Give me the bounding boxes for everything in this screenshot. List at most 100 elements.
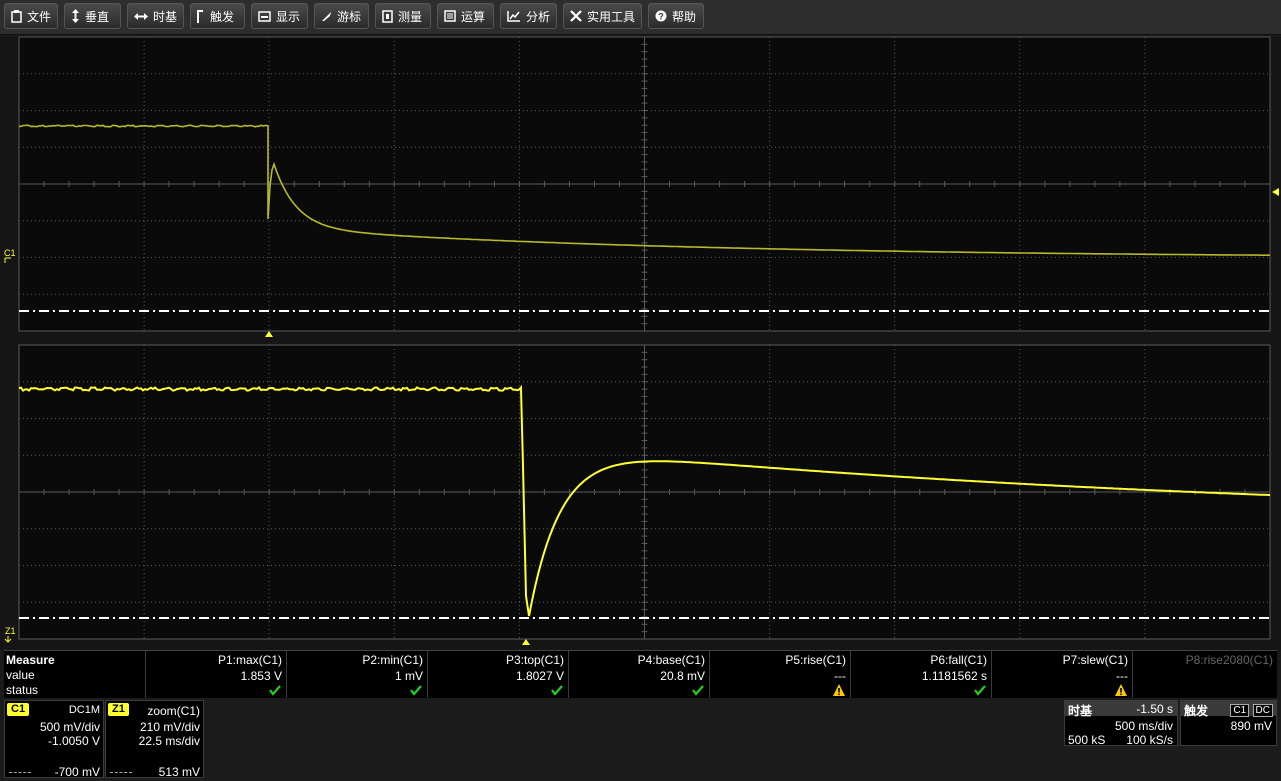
trigger-source-badge: C1 [1230, 704, 1250, 717]
timebase-menu-label: 时基 [153, 9, 178, 24]
trigger-coupling-badge: DC [1252, 704, 1273, 717]
measure-table[interactable]: Measure value status P1:max(C1) 1.853 V … [4, 650, 1277, 699]
measure-p3-name: P3:top(C1) [505, 653, 564, 667]
math-icon [444, 10, 456, 22]
trigger-title: 触发 [1184, 704, 1209, 718]
measure-row-labels: Measure value status [6, 653, 55, 698]
math-menu-label: 运算 [461, 9, 486, 24]
timebase-delay: -1.50 s [1136, 702, 1173, 716]
vertical-arrows-icon [72, 9, 79, 23]
cursors-menu-button[interactable]: 游标 [314, 3, 369, 29]
analysis-menu-button[interactable]: 分析 [500, 3, 557, 29]
measure-p8-cell[interactable]: P8:rise2080(C1) [1132, 651, 1277, 699]
check-icon [692, 685, 704, 696]
display-menu-label: 显示 [276, 9, 301, 24]
utilities-menu-label: 实用工具 [587, 9, 636, 24]
measure-menu-button[interactable]: 测量 [375, 3, 431, 29]
c1-offset: -1.0050 V [47, 734, 100, 748]
tools-icon [570, 10, 582, 22]
vertical-menu-button[interactable]: 垂直 [64, 3, 121, 29]
math-menu-button[interactable]: 运算 [437, 3, 494, 29]
timebase-tdiv: 500 ms/div [1114, 719, 1173, 733]
utilities-menu-button[interactable]: 实用工具 [563, 3, 642, 29]
measure-p6-cell[interactable]: P6:fall(C1) 1.1181562 s [850, 651, 991, 699]
measure-p7-cell[interactable]: P7:slew(C1) --- [991, 651, 1132, 699]
z1-vdiv: 210 mV/div [139, 720, 200, 734]
waveform-display[interactable]: C1 Z1 [0, 36, 1281, 650]
measure-p3-cell[interactable]: P3:top(C1) 1.8027 V [427, 651, 568, 699]
descriptor-bar: C1 DC1M 500 mV/div -1.0050 V -700 mV Z1 … [0, 698, 1281, 781]
measure-p2-cell[interactable]: P2:min(C1) 1 mV [286, 651, 427, 699]
trigger-descriptor[interactable]: 触发 C1 DC 890 mV [1180, 700, 1277, 746]
z1-bottom-value: 513 mV [158, 765, 200, 779]
measure-p8-name: P8:rise2080(C1) [1185, 653, 1273, 667]
timebase-title: 时基 [1068, 704, 1093, 718]
check-icon [410, 685, 422, 696]
measure-p1-cell[interactable]: P1:max(C1) 1.853 V [145, 651, 286, 699]
c1-tag: C1 [7, 703, 30, 716]
c1-channel-descriptor[interactable]: C1 DC1M 500 mV/div -1.0050 V -700 mV [4, 700, 104, 779]
trigger-badges: C1 DC [1230, 702, 1273, 717]
measure-p1-value: 1.853 V [240, 669, 282, 683]
lower-trigger-position-marker[interactable] [522, 639, 530, 645]
measure-p4-name: P4:base(C1) [637, 653, 705, 667]
c1-offset-tick [4, 257, 11, 263]
trigger-menu-label: 触发 [210, 9, 235, 24]
measure-p3-value: 1.8027 V [515, 669, 564, 683]
display-icon [258, 10, 271, 22]
c1-vdiv: 500 mV/div [39, 720, 100, 734]
help-menu-label: 帮助 [672, 9, 697, 24]
c1-trace-sample-icon [9, 772, 31, 773]
z1-trace-sample-icon [110, 772, 132, 773]
measure-icon [382, 9, 393, 23]
measure-menu-label: 测量 [398, 9, 423, 24]
measure-p6-name: P6:fall(C1) [930, 653, 987, 667]
measure-p1-name: P1:max(C1) [217, 653, 282, 667]
help-menu-button[interactable]: ? 帮助 [648, 3, 704, 29]
check-icon [269, 685, 281, 696]
check-icon [974, 685, 986, 696]
measure-p5-cell[interactable]: P5:rise(C1) --- [709, 651, 850, 699]
warning-icon [833, 684, 845, 696]
measure-p7-value: --- [1116, 669, 1128, 683]
c1-bottom-value: -700 mV [54, 765, 100, 779]
analysis-menu-label: 分析 [526, 9, 551, 24]
measure-p6-value: 1.1181562 s [921, 669, 987, 683]
timebase-descriptor[interactable]: 时基 -1.50 s 500 ms/div 500 kS 100 kS/s [1064, 700, 1178, 747]
measure-p2-value: 1 mV [394, 669, 423, 683]
svg-text:?: ? [658, 12, 664, 22]
z1-zoom-descriptor[interactable]: Z1 zoom(C1) 210 mV/div 22.5 ms/div 513 m… [105, 700, 204, 779]
measure-p5-name: P5:rise(C1) [785, 653, 846, 667]
measure-p4-cell[interactable]: P4:base(C1) 20.8 mV [568, 651, 709, 699]
c1-coupling: DC1M [68, 704, 100, 716]
measure-value-label: value [6, 668, 35, 682]
z1-offset-arrow [4, 636, 12, 643]
measure-p2-name: P2:min(C1) [362, 653, 423, 667]
file-menu-label: 文件 [27, 9, 52, 24]
trigger-level-marker[interactable] [1272, 188, 1279, 196]
analysis-chart-icon [507, 11, 520, 22]
cursor-icon [322, 11, 331, 21]
timebase-samples: 500 kS [1068, 733, 1106, 747]
timebase-menu-button[interactable]: 时基 [127, 3, 184, 29]
check-icon [551, 685, 563, 696]
measure-p4-value: 20.8 mV [660, 669, 705, 683]
c1-offset-marker[interactable]: C1 [4, 248, 16, 258]
trigger-menu-button[interactable]: 触发 [190, 3, 245, 29]
measure-status-label: status [6, 683, 39, 697]
measure-p7-name: P7:slew(C1) [1062, 653, 1128, 667]
measure-p5-value: --- [834, 669, 846, 683]
cursors-menu-label: 游标 [337, 9, 362, 24]
trigger-level: 890 mV [1230, 719, 1272, 733]
file-menu-button[interactable]: 文件 [4, 3, 58, 29]
z1-offset-marker[interactable]: Z1 [5, 626, 16, 636]
z1-tdiv: 22.5 ms/div [138, 734, 200, 748]
upper-trigger-position-marker[interactable] [265, 331, 273, 337]
file-icon [11, 9, 22, 23]
trigger-edge-icon [197, 9, 203, 23]
waveform-canvas[interactable]: C1 Z1 [0, 36, 1281, 650]
timebase-rate: 100 kS/s [1126, 733, 1173, 747]
z1-tag: Z1 [108, 703, 129, 716]
vertical-menu-label: 垂直 [85, 9, 110, 24]
display-menu-button[interactable]: 显示 [251, 3, 308, 29]
